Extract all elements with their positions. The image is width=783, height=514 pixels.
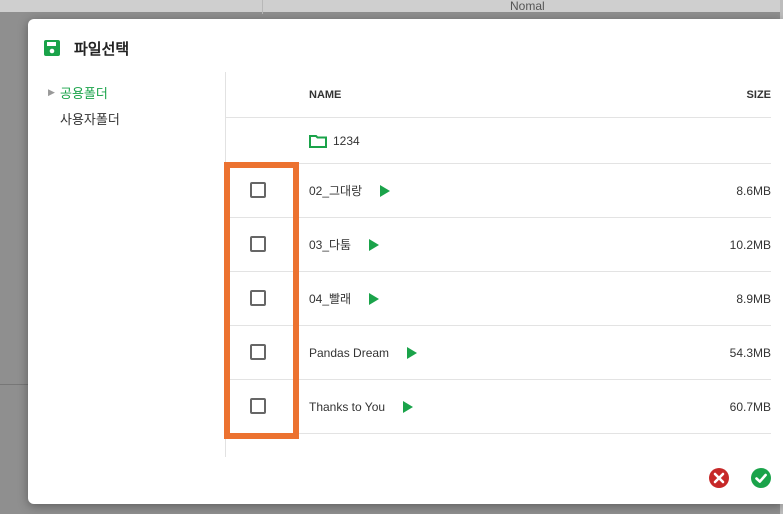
file-name: Pandas Dream	[309, 345, 390, 360]
file-table: NAME SIZE 1234 02_그대랑 8.6MB 03_다툼 10.2MB…	[226, 72, 771, 434]
folder-name-cell: 1234	[309, 118, 360, 163]
file-name-cell: Pandas Dream	[309, 326, 418, 379]
file-name-cell: 02_그대랑	[309, 164, 391, 217]
file-name: 03_다툼	[309, 238, 352, 252]
confirm-icon[interactable]	[751, 468, 771, 488]
folder-tree: ▶ 공용폴더 사용자폴더	[48, 79, 218, 131]
column-header-name[interactable]: NAME	[309, 72, 341, 117]
file-name-cell: 03_다툼	[309, 218, 380, 271]
column-header-size[interactable]: SIZE	[747, 72, 771, 117]
background-line	[0, 384, 30, 385]
table-row: 02_그대랑 8.6MB	[226, 164, 771, 218]
background-panel	[0, 0, 783, 12]
file-select-dialog: 파일선택 ▶ 공용폴더 사용자폴더 NAME SIZE 1234 02_그대랑 …	[28, 19, 783, 504]
folder-name: 1234	[333, 133, 360, 148]
play-icon[interactable]	[403, 400, 414, 413]
table-row: 03_다툼 10.2MB	[226, 218, 771, 272]
table-row: 04_빨래 8.9MB	[226, 272, 771, 326]
file-checkbox[interactable]	[250, 182, 266, 198]
file-checkbox[interactable]	[250, 398, 266, 414]
tree-item-shared-folder[interactable]: ▶ 공용폴더	[48, 79, 218, 105]
tree-item-label: 사용자폴더	[60, 111, 120, 127]
file-checkbox[interactable]	[250, 344, 266, 360]
file-size: 54.3MB	[729, 345, 771, 360]
file-name: Thanks to You	[309, 399, 386, 414]
background-partial-text: Nomal	[510, 0, 545, 13]
file-checkbox[interactable]	[250, 290, 266, 306]
file-checkbox[interactable]	[250, 236, 266, 252]
file-name: 02_그대랑	[309, 184, 363, 198]
file-size: 8.9MB	[736, 291, 771, 306]
file-name-cell: Thanks to You	[309, 380, 414, 433]
folder-row[interactable]: 1234	[226, 118, 771, 164]
file-name: 04_빨래	[309, 292, 352, 306]
tree-item-label: 공용폴더	[60, 85, 108, 101]
dialog-title: 파일선택	[74, 40, 130, 58]
play-icon[interactable]	[380, 184, 391, 197]
tree-item-user-folder[interactable]: 사용자폴더	[48, 105, 218, 131]
play-icon[interactable]	[369, 238, 380, 251]
table-header-row: NAME SIZE	[226, 72, 771, 118]
dialog-footer	[687, 468, 771, 488]
file-size: 60.7MB	[729, 399, 771, 414]
table-row: Pandas Dream 54.3MB	[226, 326, 771, 380]
file-size: 8.6MB	[736, 183, 771, 198]
save-icon	[44, 40, 60, 56]
play-icon[interactable]	[407, 346, 418, 359]
table-row: Thanks to You 60.7MB	[226, 380, 771, 434]
cancel-icon[interactable]	[709, 468, 729, 488]
file-size: 10.2MB	[729, 237, 771, 252]
file-name-cell: 04_빨래	[309, 272, 380, 325]
dialog-header: 파일선택	[44, 36, 129, 60]
background-divider	[262, 0, 263, 14]
triangle-right-icon[interactable]: ▶	[48, 87, 60, 98]
play-icon[interactable]	[369, 292, 380, 305]
folder-icon	[309, 134, 327, 148]
